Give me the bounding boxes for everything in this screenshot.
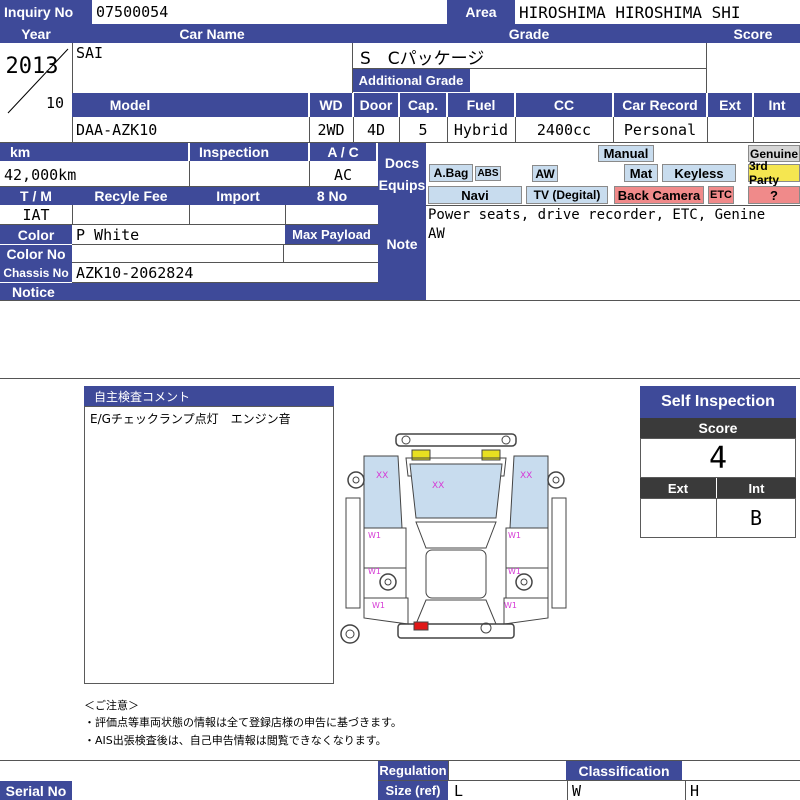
equip-question: ? <box>748 186 800 204</box>
self-inspection-int: B <box>716 498 796 538</box>
inquiry-no-value: 07500054 <box>96 3 169 21</box>
grade-label: Grade <box>352 24 706 43</box>
max-payload-label: Max Payload <box>285 225 378 244</box>
tm-value: IAT <box>22 206 50 224</box>
self-inspection-ext <box>640 498 717 538</box>
self-inspection-title: Self Inspection <box>640 386 796 418</box>
car-record-value: Personal <box>623 121 697 139</box>
fuel-label: Fuel <box>448 93 514 117</box>
equip-etc: ETC <box>708 186 734 204</box>
self-inspection-score: 4 <box>640 438 796 478</box>
cap-label: Cap. <box>400 93 446 117</box>
wd-value: 2WD <box>317 121 345 139</box>
self-inspection-score-label: Score <box>640 418 796 438</box>
equips-label: Equips <box>378 177 426 193</box>
size-w: W <box>572 781 582 800</box>
color-no-label: Color No <box>0 245 72 263</box>
note-value: Power seats, drive recorder, ETC, Genine… <box>428 207 766 242</box>
model-label: Model <box>72 93 308 117</box>
right-front-door-mark: W1 <box>508 531 521 540</box>
size-ref-label: Size (ref) <box>378 781 448 800</box>
year-label: Year <box>0 24 72 43</box>
left-quarter-mark: W1 <box>372 601 385 610</box>
size-l: L <box>454 781 464 800</box>
self-comment-box <box>84 406 334 684</box>
car-name-label: Car Name <box>72 24 352 43</box>
area-value: HIROSHIMA HIROSHIMA SHI <box>519 2 741 22</box>
equip-mat: Mat <box>624 164 658 182</box>
equip-abag: A.Bag <box>429 164 473 182</box>
notes-title: ＜ご注意＞ <box>84 699 139 712</box>
self-comment-title: 自主検査コメント <box>84 386 334 406</box>
fuel-value: Hybrid <box>453 121 509 139</box>
car-damage-diagram: XX XX XX W1 W1 W1 W1 W1 W1 <box>340 433 567 644</box>
color-value: P White <box>76 225 140 244</box>
ac-value: AC <box>333 166 353 184</box>
car-name-value: SAI <box>76 44 104 62</box>
left-front-door-mark: W1 <box>368 531 381 540</box>
equip-tv: TV (Degital) <box>526 186 608 204</box>
hood-mark: XX <box>432 481 444 491</box>
notice-label: Notice <box>0 283 426 300</box>
serial-no-label: Serial No <box>0 781 72 800</box>
chassis-no-label: Chassis No <box>0 263 72 282</box>
ext-label: Ext <box>708 93 752 117</box>
left-fender-mark: XX <box>376 471 388 481</box>
note-label: Note <box>378 205 426 283</box>
tm-label: T / M <box>0 187 72 205</box>
equip-third-party: 3rd Party <box>748 159 800 187</box>
door-label: Door <box>354 93 398 117</box>
car-record-label: Car Record <box>614 93 706 117</box>
km-label: km <box>0 143 188 161</box>
area-label: Area <box>447 0 515 24</box>
equip-manual: Manual <box>598 145 654 162</box>
score-label: Score <box>706 24 800 43</box>
equip-navi: Navi <box>428 186 522 204</box>
size-h: H <box>690 781 700 800</box>
notes-line-2: ・AIS出張検査後は、自己申告情報は閲覧できなくなります。 <box>84 734 387 747</box>
inspection-label: Inspection <box>190 143 308 161</box>
cc-label: CC <box>516 93 612 117</box>
wd-label: WD <box>310 93 352 117</box>
grade-value: S Cパッケージ <box>360 48 485 69</box>
right-quarter-mark: W1 <box>504 601 517 610</box>
docs-label: Docs <box>384 155 420 171</box>
self-inspection-ext-label: Ext <box>640 478 716 498</box>
right-rear-door-mark: W1 <box>508 567 521 576</box>
ac-label: A / C <box>310 143 376 161</box>
equip-abs: ABS <box>475 166 501 181</box>
int-label: Int <box>754 93 800 117</box>
door-value: 4D <box>366 121 386 139</box>
additional-grade-label: Additional Grade <box>352 69 470 92</box>
chassis-no-value: AZK10-2062824 <box>76 263 194 282</box>
cc-value: 2400cc <box>536 121 592 139</box>
color-label: Color <box>0 225 72 244</box>
equip-back-camera: Back Camera <box>614 186 704 204</box>
self-inspection-int-label: Int <box>717 478 796 498</box>
cap-value: 5 <box>418 121 428 139</box>
equip-keyless: Keyless <box>662 164 736 182</box>
month-value: 10 <box>46 94 65 112</box>
regulation-label: Regulation <box>378 761 448 780</box>
docs-equips-label: Docs Equips <box>378 143 426 205</box>
notes-line-1: ・評価点等車両状態の情報は全て登録店様の申告に基づきます。 <box>84 716 402 729</box>
import-label: Import <box>190 187 286 205</box>
model-value: DAA-AZK10 <box>76 121 158 139</box>
recyle-fee-label: Recyle Fee <box>72 187 190 205</box>
self-comment-text: E/Gチェックランプ点灯 エンジン音 <box>90 412 291 426</box>
km-value: 42,000km <box>4 166 77 184</box>
inquiry-no-label: Inquiry No <box>0 0 92 24</box>
eight-no-label: 8 No <box>286 187 378 205</box>
right-fender-mark: XX <box>520 471 532 481</box>
left-rear-door-mark: W1 <box>368 567 381 576</box>
equip-aw: AW <box>532 165 558 182</box>
classification-label: Classification <box>566 761 682 780</box>
